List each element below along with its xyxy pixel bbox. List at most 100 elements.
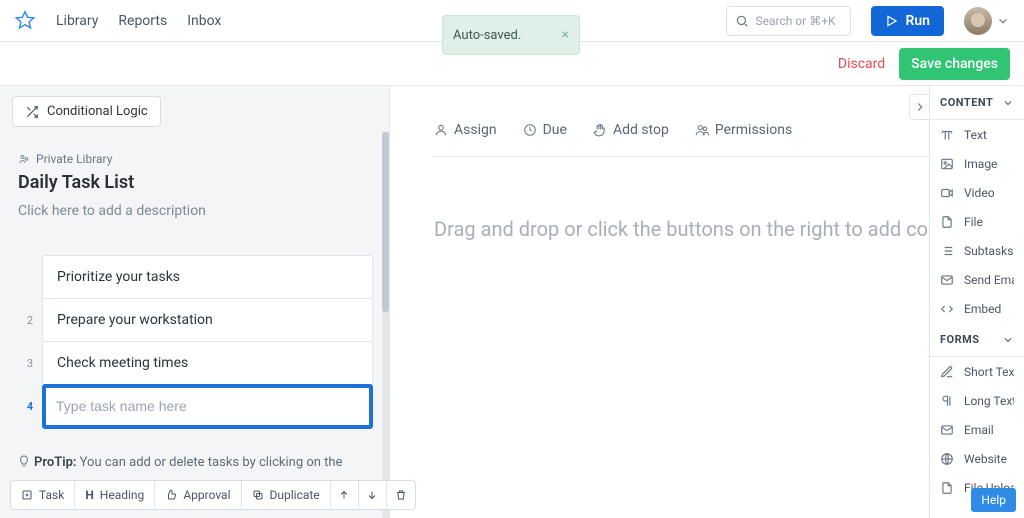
search-icon xyxy=(735,14,749,28)
task-number: 2 xyxy=(18,298,42,342)
mail-icon xyxy=(940,273,954,287)
forms-long-text[interactable]: Long Text xyxy=(930,386,1024,415)
user-menu[interactable] xyxy=(964,7,1010,35)
heading-icon: H xyxy=(85,488,93,502)
task-card-new[interactable] xyxy=(42,384,373,429)
run-label: Run xyxy=(905,13,930,29)
label: Send Email xyxy=(964,273,1014,287)
nav-reports[interactable]: Reports xyxy=(118,13,167,29)
label: Subtasks xyxy=(964,244,1013,258)
tb-move-down[interactable] xyxy=(359,481,387,509)
list-icon xyxy=(940,244,954,258)
tb-delete[interactable] xyxy=(387,481,415,509)
content-embed[interactable]: Embed xyxy=(930,294,1024,323)
due-button[interactable]: Due xyxy=(523,122,567,138)
content-image[interactable]: Image xyxy=(930,149,1024,178)
due-label: Due xyxy=(543,122,567,138)
tb-approval[interactable]: Approval xyxy=(155,481,241,509)
chevron-down-icon xyxy=(1002,334,1014,346)
image-icon xyxy=(940,157,954,171)
thumbs-up-icon xyxy=(165,489,177,501)
task-row[interactable]: 1 Prioritize your tasks xyxy=(18,255,373,299)
doc-title[interactable]: Daily Task List xyxy=(18,172,373,193)
nav-library[interactable]: Library xyxy=(56,13,98,29)
save-button[interactable]: Save changes xyxy=(899,48,1010,80)
globe-icon xyxy=(940,452,954,466)
canvas-placeholder: Drag and drop or click the buttons on th… xyxy=(434,217,984,241)
app-logo[interactable] xyxy=(14,10,36,32)
label: File xyxy=(964,215,983,229)
forms-header-label: FORMS xyxy=(940,333,980,346)
rightbar-collapse[interactable] xyxy=(909,94,929,120)
task-row-new[interactable]: 4 xyxy=(18,384,373,429)
nav-links: Library Reports Inbox xyxy=(56,13,221,29)
clock-icon xyxy=(523,123,537,137)
protip: ProTip: You can add or delete tasks by c… xyxy=(18,455,373,470)
conditional-logic-label: Conditional Logic xyxy=(47,104,148,119)
tb-duplicate[interactable]: Duplicate xyxy=(242,481,331,509)
breadcrumb[interactable]: Private Library xyxy=(18,152,373,166)
main: Conditional Logic Private Library Daily … xyxy=(0,86,1024,518)
bulb-icon xyxy=(18,455,30,467)
assign-label: Assign xyxy=(454,122,497,138)
label: Video xyxy=(964,186,995,200)
task-number: 4 xyxy=(18,384,42,429)
tb-heading-label: Heading xyxy=(100,488,145,502)
content-send-email[interactable]: Send Email xyxy=(930,265,1024,294)
label: Short Text xyxy=(964,365,1014,379)
lock-icon xyxy=(18,153,30,165)
addstop-button[interactable]: Add stop xyxy=(593,122,669,138)
forms-short-text[interactable]: Short Text xyxy=(930,357,1024,386)
permissions-label: Permissions xyxy=(715,122,792,138)
arrow-up-icon xyxy=(338,489,350,501)
task-card[interactable]: Check meeting times xyxy=(42,341,373,385)
left-content: Private Library Daily Task List Click he… xyxy=(0,132,389,518)
video-icon xyxy=(940,186,954,200)
task-card[interactable]: Prepare your workstation xyxy=(42,298,373,342)
content-subtasks[interactable]: Subtasks xyxy=(930,236,1024,265)
tb-heading[interactable]: H Heading xyxy=(75,481,155,509)
nav-inbox[interactable]: Inbox xyxy=(187,13,221,29)
label: Email xyxy=(964,423,994,437)
content-video[interactable]: Video xyxy=(930,178,1024,207)
users-icon xyxy=(695,123,709,137)
text-icon xyxy=(940,128,954,142)
assign-button[interactable]: Assign xyxy=(434,122,497,138)
toast-text: Auto-saved. xyxy=(453,28,521,43)
conditional-logic-button[interactable]: Conditional Logic xyxy=(12,96,161,127)
task-list: 1 Prioritize your tasks 2 Prepare your w… xyxy=(18,255,373,429)
left-panel: Conditional Logic Private Library Daily … xyxy=(0,86,390,518)
forms-website[interactable]: Website xyxy=(930,444,1024,473)
tb-move-up[interactable] xyxy=(331,481,359,509)
task-row[interactable]: 2 Prepare your workstation xyxy=(18,298,373,342)
tb-duplicate-label: Duplicate xyxy=(270,488,320,502)
hand-icon xyxy=(593,123,607,137)
content-text[interactable]: Text xyxy=(930,120,1024,149)
shuffle-icon xyxy=(25,105,39,119)
protip-label: ProTip: xyxy=(34,455,76,470)
discard-button[interactable]: Discard xyxy=(838,56,885,72)
forms-email[interactable]: Email xyxy=(930,415,1024,444)
avatar xyxy=(964,7,992,35)
content-header[interactable]: CONTENT xyxy=(930,86,1024,120)
task-row[interactable]: 3 Check meeting times xyxy=(18,341,373,385)
label: Website xyxy=(964,452,1007,466)
content-file[interactable]: File xyxy=(930,207,1024,236)
new-task-input[interactable] xyxy=(56,398,359,414)
toast-close[interactable]: × xyxy=(562,27,569,43)
search-box[interactable]: Search or ⌘+K xyxy=(726,6,851,36)
run-button[interactable]: Run xyxy=(871,6,944,36)
chevron-down-icon xyxy=(996,14,1010,28)
help-button[interactable]: Help xyxy=(971,488,1016,512)
tb-task[interactable]: Task xyxy=(11,481,75,509)
edit-icon xyxy=(940,365,954,379)
forms-header[interactable]: FORMS xyxy=(930,323,1024,357)
code-icon xyxy=(940,302,954,316)
task-card[interactable]: Prioritize your tasks xyxy=(42,255,373,299)
scrollbar[interactable] xyxy=(382,132,389,518)
permissions-button[interactable]: Permissions xyxy=(695,122,792,138)
description-placeholder[interactable]: Click here to add a description xyxy=(18,203,373,219)
label: Embed xyxy=(964,302,1001,316)
file-icon xyxy=(940,215,954,229)
addstop-label: Add stop xyxy=(613,122,669,138)
